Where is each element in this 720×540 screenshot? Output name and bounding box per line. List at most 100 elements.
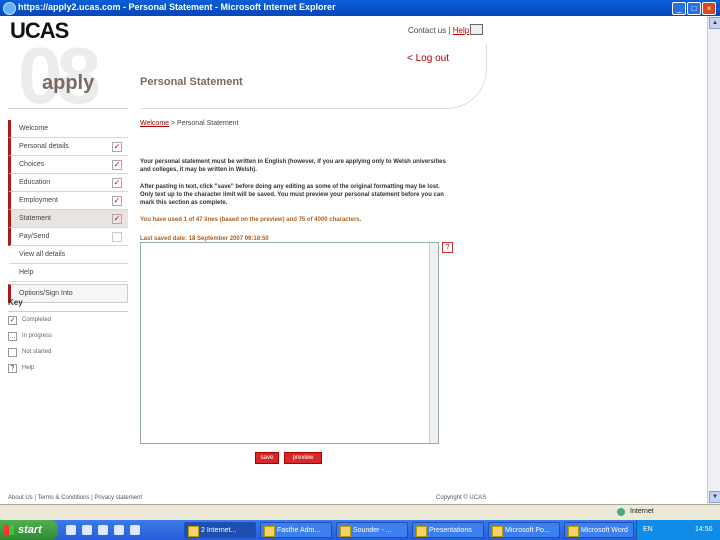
taskbar: start 2 Internet... Fasthe Adm... Sounde… xyxy=(0,520,720,540)
sidebar-item-education[interactable]: Education ✓ xyxy=(8,174,128,192)
statement-textarea[interactable] xyxy=(140,242,439,444)
empty-box-icon xyxy=(112,232,122,242)
search-icon[interactable] xyxy=(114,525,124,535)
logout-link[interactable]: < Log out xyxy=(407,53,449,64)
key-label: Completed xyxy=(22,317,52,323)
breadcrumb-welcome-link[interactable]: Welcome xyxy=(140,120,169,127)
key-label: Not started xyxy=(22,349,52,355)
key-row-not-started: Not started xyxy=(8,344,128,360)
help-icon[interactable]: ? xyxy=(442,242,453,253)
sidebar-item-label: Options/Sign Into xyxy=(19,290,73,297)
minimize-button[interactable]: _ xyxy=(672,2,686,15)
sidebar-item-label: Welcome xyxy=(19,125,49,132)
status-bar: Internet xyxy=(0,504,720,521)
ie-icon xyxy=(188,526,199,537)
sidebar-item-label: Education xyxy=(19,179,51,186)
sidebar-item-pay-send[interactable]: Pay/Send xyxy=(8,228,128,246)
sidebar-item-choices[interactable]: Choices ✓ xyxy=(8,156,128,174)
check-icon: ✓ xyxy=(112,142,122,152)
check-icon: ✓ xyxy=(112,178,122,188)
task-label: Microsoft Word xyxy=(581,527,628,534)
key-legend: Key ✓ Completed … In progress Not started … xyxy=(8,298,128,376)
check-icon: ✓ xyxy=(112,160,122,170)
ellipsis-icon: … xyxy=(8,332,17,341)
clock: 14:50 xyxy=(695,526,713,533)
sidebar-item-label: Help xyxy=(19,269,34,276)
sidebar-item-label: Statement xyxy=(19,215,51,222)
help-link[interactable]: Help xyxy=(453,26,469,35)
task-label: 2 Internet... xyxy=(201,527,237,534)
help-icon: ? xyxy=(8,364,17,373)
outlook-icon[interactable] xyxy=(98,525,108,535)
security-zone: Internet xyxy=(630,508,654,515)
desktop-icon[interactable] xyxy=(66,525,76,535)
start-label: start xyxy=(18,524,42,536)
sidebar-item-label: Employment xyxy=(19,197,58,204)
close-button[interactable]: × xyxy=(702,2,716,15)
taskbar-item-word[interactable]: Microsoft Word xyxy=(564,522,634,538)
sidebar-item-help[interactable]: Help xyxy=(8,264,128,282)
sidebar-item-personal-details[interactable]: Personal details ✓ xyxy=(8,138,128,156)
language-indicator[interactable]: EN xyxy=(643,520,653,540)
sidebar-item-welcome[interactable]: Welcome xyxy=(8,120,128,138)
sidebar-item-label: Pay/Send xyxy=(19,233,50,240)
system-tray: EN 14:50 xyxy=(636,520,720,540)
sidebar-item-employment[interactable]: Employment ✓ xyxy=(8,192,128,210)
footer-links[interactable]: About Us | Terms & Conditions | Privacy … xyxy=(8,495,142,501)
windows-logo-icon xyxy=(4,525,14,535)
sidebar-item-view-all[interactable]: View all details xyxy=(8,246,128,264)
scroll-down-arrow[interactable]: ▼ xyxy=(709,491,720,503)
page-title: Personal Statement xyxy=(140,76,243,88)
divider xyxy=(8,108,128,109)
task-label: Fasthe Adm... xyxy=(277,527,321,534)
key-title: Key xyxy=(8,298,128,312)
check-icon: ✓ xyxy=(112,196,122,206)
ie-icon[interactable] xyxy=(130,525,140,535)
task-label: Presentations xyxy=(429,527,472,534)
copyright: Copyright © UCAS xyxy=(436,495,487,501)
scroll-up-arrow[interactable]: ▲ xyxy=(709,17,720,29)
printer-icon[interactable] xyxy=(470,24,483,35)
save-button[interactable]: save xyxy=(255,452,279,464)
breadcrumb-current: > Personal Statement xyxy=(169,120,239,127)
word-icon[interactable] xyxy=(82,525,92,535)
empty-box-icon xyxy=(8,348,17,357)
sidebar-item-label: View all details xyxy=(19,251,66,258)
window-icon xyxy=(264,526,275,537)
key-row-in-progress: … In progress xyxy=(8,328,128,344)
key-label: In progress xyxy=(22,333,53,339)
ie-icon xyxy=(3,2,16,15)
check-icon: ✓ xyxy=(112,214,122,224)
globe-icon xyxy=(617,508,625,516)
taskbar-item-fasthe[interactable]: Fasthe Adm... xyxy=(260,522,332,538)
page-scrollbar[interactable]: ▲ ▼ xyxy=(707,16,720,504)
check-icon: ✓ xyxy=(8,316,17,325)
formatting-notice: After pasting in text, click "save" befo… xyxy=(140,184,444,206)
maximize-button[interactable]: □ xyxy=(687,2,701,15)
task-label: Microsoft Po... xyxy=(505,527,550,534)
window-title: https://apply2.ucas.com - Personal State… xyxy=(18,2,336,12)
preview-button[interactable]: preview xyxy=(284,452,322,464)
breadcrumb: Welcome > Personal Statement xyxy=(140,120,239,127)
start-button[interactable]: start xyxy=(0,520,58,540)
word-icon xyxy=(568,526,579,537)
taskbar-item-presentations[interactable]: Presentations xyxy=(412,522,484,538)
language-notice: Your personal statement must be written … xyxy=(140,159,446,173)
sidebar-item-statement[interactable]: Statement ✓ xyxy=(8,210,128,228)
taskbar-item-ie[interactable]: 2 Internet... xyxy=(184,522,256,538)
sidebar-item-label: Personal details xyxy=(19,143,69,150)
taskbar-item-powerpoint[interactable]: Microsoft Po... xyxy=(488,522,560,538)
powerpoint-icon xyxy=(492,526,503,537)
folder-icon xyxy=(340,526,351,537)
folder-icon xyxy=(416,526,427,537)
textarea-scrollbar[interactable] xyxy=(429,243,438,443)
sidebar-nav: Welcome Personal details ✓ Choices ✓ Educa… xyxy=(8,120,128,303)
key-row-completed: ✓ Completed xyxy=(8,312,128,328)
usage-counter: You have used 1 of 47 lines (based on th… xyxy=(140,217,362,223)
sidebar-item-label: Choices xyxy=(19,161,45,168)
contact-us-link[interactable]: Contact us | xyxy=(408,26,451,35)
top-links: Contact us | Help xyxy=(408,26,469,35)
taskbar-item-sounder[interactable]: Sounder - ... xyxy=(336,522,408,538)
task-label: Sounder - ... xyxy=(353,527,392,534)
window-titlebar: https://apply2.ucas.com - Personal State… xyxy=(0,0,720,16)
